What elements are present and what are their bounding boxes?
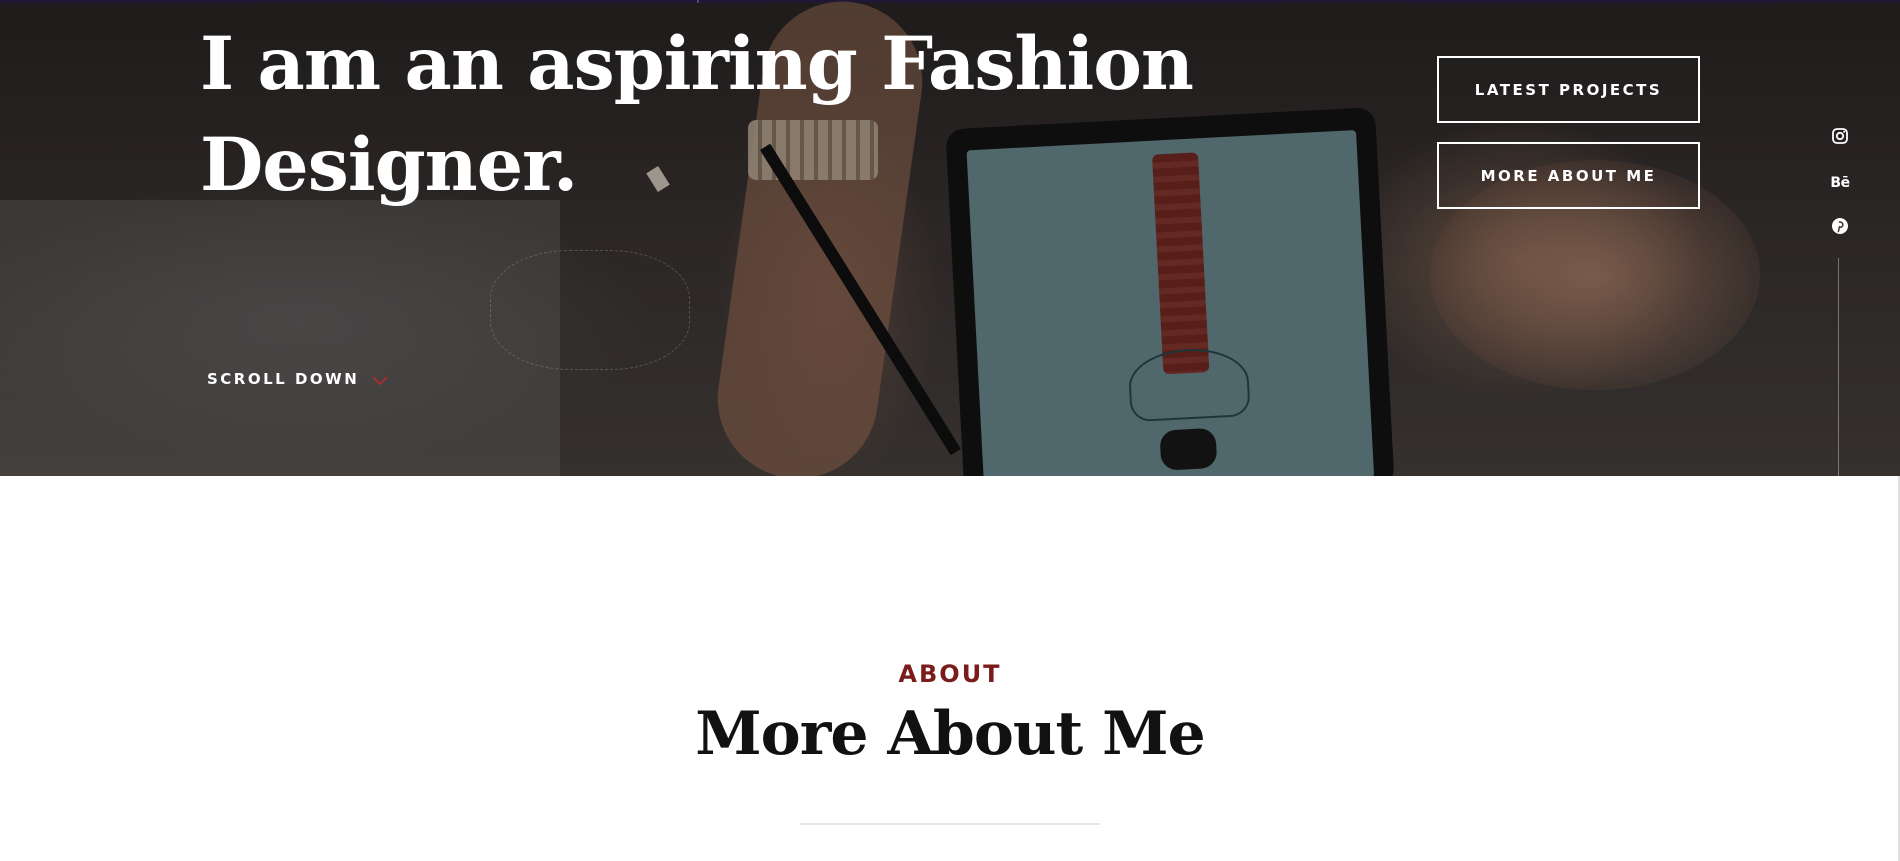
- scroll-down-link[interactable]: SCROLL DOWN: [207, 370, 389, 388]
- about-eyebrow: ABOUT: [898, 660, 1002, 688]
- hero-section: I am an aspiring Fashion Designer. LATES…: [0, 0, 1900, 476]
- scroll-down-label: SCROLL DOWN: [207, 370, 360, 388]
- behance-link[interactable]: Bē: [1828, 171, 1852, 195]
- about-title: More About Me: [695, 699, 1205, 769]
- pinterest-link[interactable]: [1828, 216, 1852, 240]
- hero-title: I am an aspiring Fashion Designer.: [200, 21, 1194, 208]
- latest-projects-button[interactable]: LATEST PROJECTS: [1437, 56, 1700, 123]
- pinterest-icon: [1831, 217, 1849, 240]
- instagram-icon: [1831, 127, 1849, 150]
- social-links: Bē: [1828, 126, 1852, 261]
- about-divider: [800, 823, 1100, 825]
- more-about-me-button[interactable]: MORE ABOUT ME: [1437, 142, 1700, 209]
- social-divider-line: [1838, 258, 1839, 476]
- behance-icon: Bē: [1830, 175, 1850, 191]
- instagram-link[interactable]: [1828, 126, 1852, 150]
- chevron-down-icon: [371, 373, 389, 386]
- about-section: ABOUT More About Me: [0, 476, 1900, 861]
